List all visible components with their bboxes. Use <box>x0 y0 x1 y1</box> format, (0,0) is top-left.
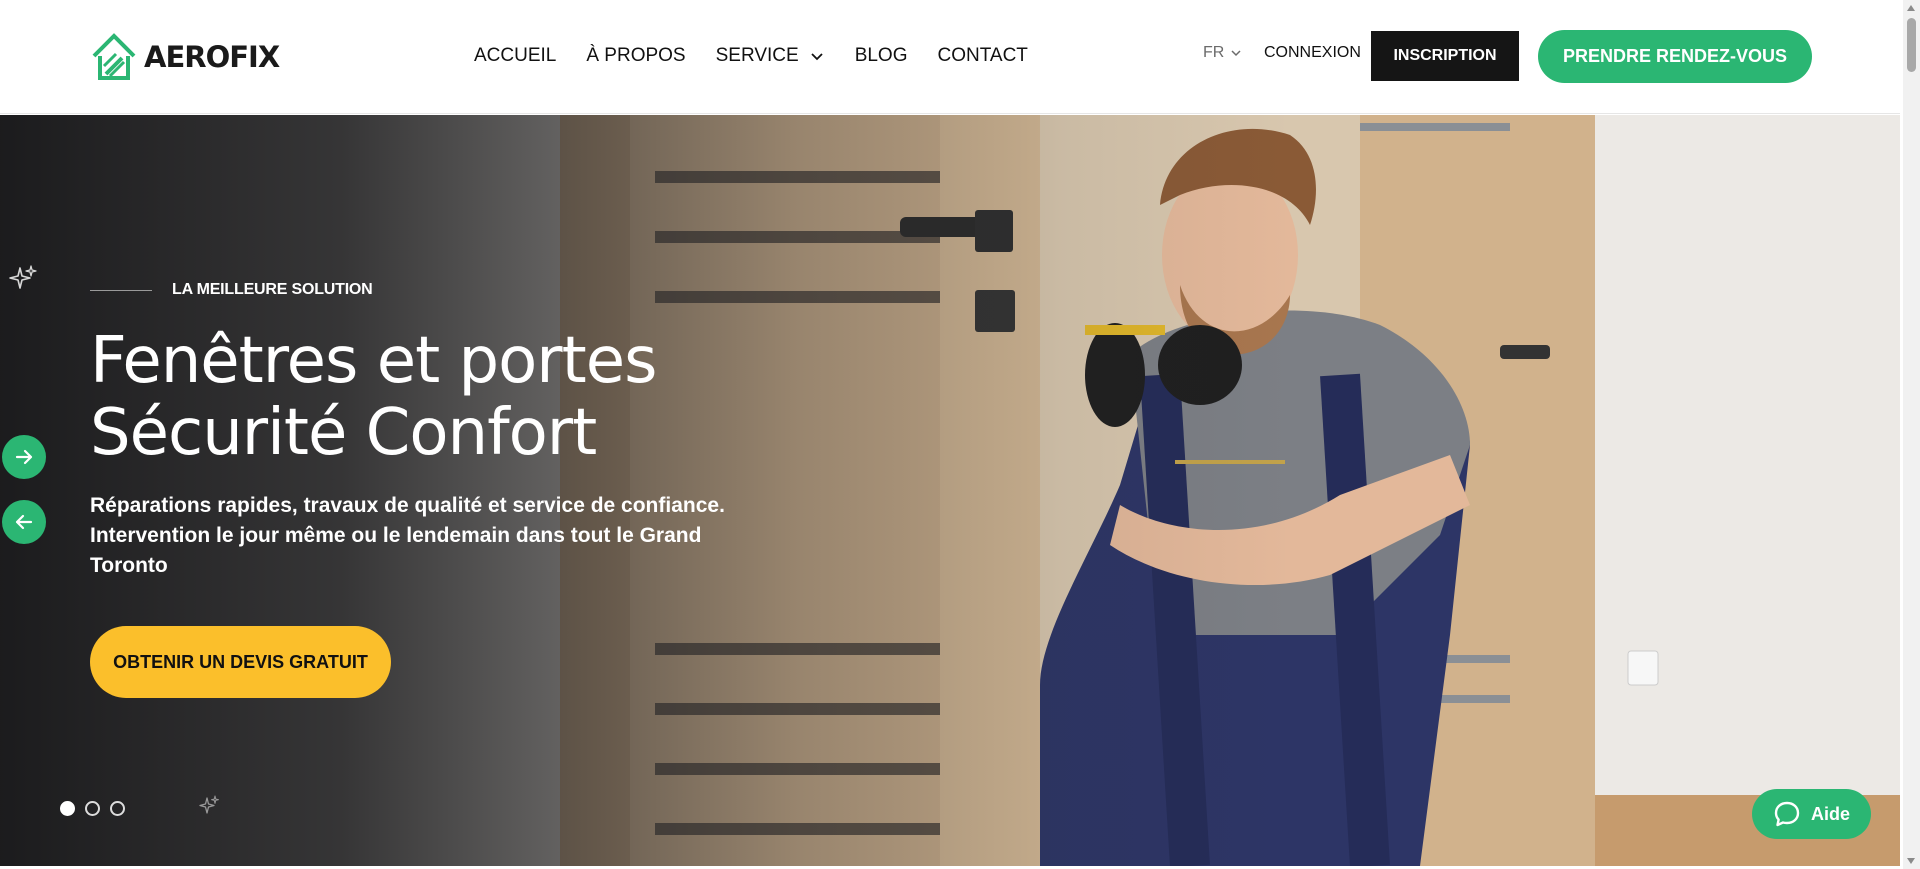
hero-slider: LA MEILLEURE SOLUTION Fenêtres et portes… <box>0 115 1900 866</box>
nav-item-contact[interactable]: CONTACT <box>938 45 1028 67</box>
help-chat-button[interactable]: Aide <box>1752 789 1871 839</box>
main-nav: ACCUEIL À PROPOS SERVICE BLOG CONTACT <box>474 40 1028 72</box>
chevron-down-icon <box>1231 50 1241 57</box>
nav-item-accueil[interactable]: ACCUEIL <box>474 45 556 67</box>
scroll-up-arrow[interactable] <box>1907 5 1915 11</box>
eyebrow-text: LA MEILLEURE SOLUTION <box>172 281 373 298</box>
nav-label: SERVICE <box>715 45 799 66</box>
nav-label: ACCUEIL <box>474 45 557 66</box>
slider-next-button[interactable] <box>2 435 46 479</box>
logo[interactable]: AEROFIX <box>90 30 280 84</box>
hero-eyebrow: LA MEILLEURE SOLUTION <box>90 281 373 299</box>
slider-dot-1[interactable] <box>60 801 75 816</box>
scroll-down-arrow[interactable] <box>1907 858 1915 864</box>
hero-title-line-2: Sécurité Confort <box>90 396 597 470</box>
sparkle-icon <box>9 265 37 289</box>
brand-name: AEROFIX <box>144 40 280 74</box>
hero-title-line-1: Fenêtres et portes <box>90 324 657 398</box>
chat-bubble-icon <box>1774 801 1800 827</box>
free-quote-button[interactable]: OBTENIR UN DEVIS GRATUIT <box>90 626 391 698</box>
nav-label: CONTACT <box>937 45 1028 66</box>
eyebrow-line <box>90 289 152 291</box>
house-roof-logo-icon <box>92 33 136 80</box>
site-header: AEROFIX ACCUEIL À PROPOS SERVICE BLOG CO… <box>0 0 1900 114</box>
nav-item-a-propos[interactable]: À PROPOS <box>586 45 685 67</box>
arrow-left-icon <box>15 514 33 530</box>
sparkle-icon <box>199 795 219 814</box>
slider-prev-button[interactable] <box>2 500 46 544</box>
hero-subtitle: Réparations rapides, travaux de qualité … <box>90 494 725 577</box>
language-label: FR <box>1203 44 1225 61</box>
slider-pagination <box>60 801 125 816</box>
language-selector[interactable]: FR <box>1203 44 1242 62</box>
arrow-right-icon <box>15 449 33 465</box>
help-label: Aide <box>1810 803 1850 824</box>
login-link[interactable]: CONNEXION <box>1264 44 1361 62</box>
signup-button[interactable]: INSCRIPTION <box>1371 31 1519 81</box>
appointment-button[interactable]: PRENDRE RENDEZ-VOUS <box>1538 30 1812 83</box>
chevron-down-icon <box>811 53 823 61</box>
nav-label: À PROPOS <box>586 45 686 66</box>
nav-item-service[interactable]: SERVICE <box>716 45 825 67</box>
page-scrollbar[interactable] <box>1903 0 1920 869</box>
nav-item-blog[interactable]: BLOG <box>855 45 908 67</box>
scroll-thumb[interactable] <box>1907 18 1916 72</box>
slider-dot-2[interactable] <box>85 801 100 816</box>
slider-dot-3[interactable] <box>110 801 125 816</box>
nav-label: BLOG <box>854 45 908 66</box>
hero-title: Fenêtres et portes Sécurité Confort <box>90 324 657 470</box>
